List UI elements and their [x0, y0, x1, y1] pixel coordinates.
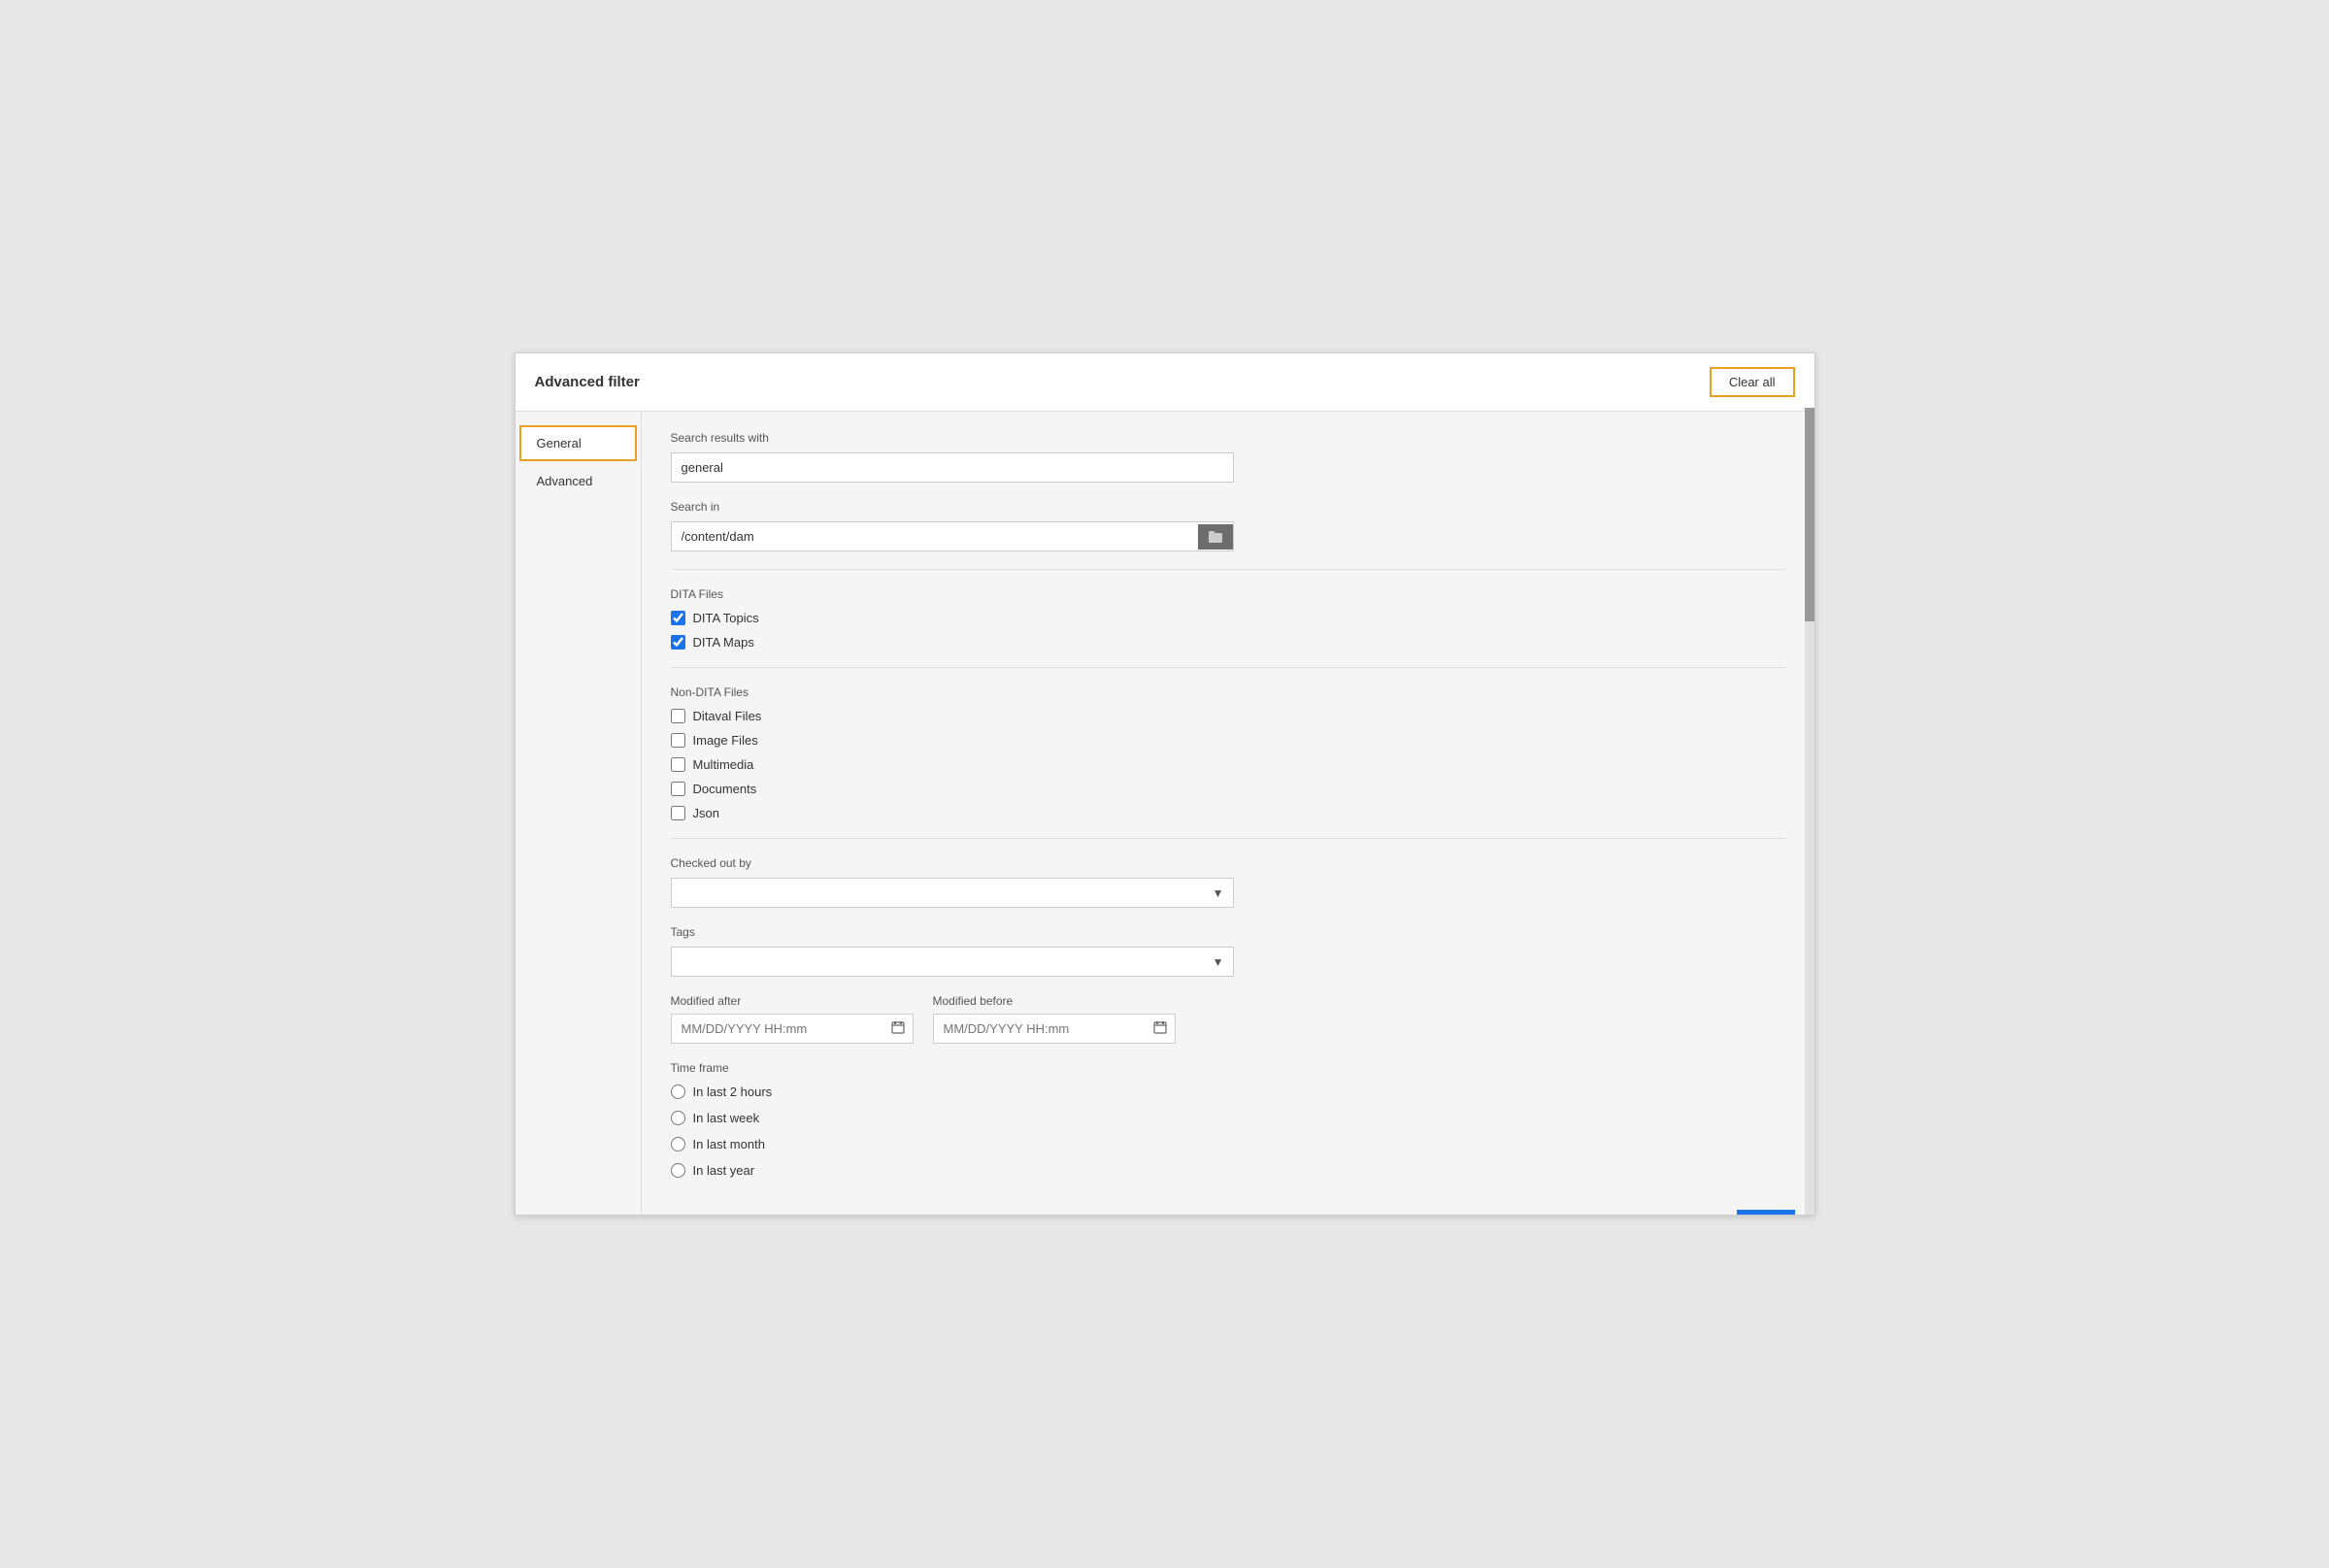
sidebar: General Advanced: [516, 412, 642, 1215]
advanced-filter-dialog: Advanced filter Clear all General Advanc…: [515, 352, 1815, 1216]
radio-week: In last week: [671, 1111, 1785, 1125]
json-checkbox[interactable]: [671, 806, 685, 820]
radio-month-label[interactable]: In last month: [693, 1137, 765, 1151]
radio-year-input[interactable]: [671, 1163, 685, 1178]
dita-files-section: DITA Files DITA Topics DITA Maps: [671, 587, 1785, 650]
dita-topics-item: DITA Topics: [671, 611, 1785, 625]
dialog-title: Advanced filter: [535, 374, 640, 390]
radio-week-label[interactable]: In last week: [693, 1111, 760, 1125]
search-in-row: [671, 521, 1234, 551]
modified-before-group: Modified before: [933, 994, 1176, 1044]
ditaval-label[interactable]: Ditaval Files: [693, 709, 762, 723]
divider-1: [671, 569, 1785, 570]
image-item: Image Files: [671, 733, 1785, 748]
multimedia-label[interactable]: Multimedia: [693, 757, 754, 772]
documents-label[interactable]: Documents: [693, 782, 757, 796]
checked-out-section: Checked out by ▼: [671, 856, 1785, 908]
scrollbar-track[interactable]: [1805, 408, 1814, 1215]
tags-section: Tags ▼: [671, 925, 1785, 977]
dita-files-label: DITA Files: [671, 587, 1785, 601]
tags-select[interactable]: [671, 947, 1234, 977]
radio-month: In last month: [671, 1137, 1785, 1151]
documents-checkbox[interactable]: [671, 782, 685, 796]
scrollbar-thumb[interactable]: [1805, 408, 1814, 621]
footer-blue-bar: [1737, 1210, 1795, 1215]
image-checkbox[interactable]: [671, 733, 685, 748]
modified-after-group: Modified after: [671, 994, 914, 1044]
checked-out-select[interactable]: [671, 878, 1234, 908]
json-item: Json: [671, 806, 1785, 820]
time-frame-label: Time frame: [671, 1061, 1785, 1075]
folder-browse-button[interactable]: [1198, 524, 1233, 550]
radio-year-label[interactable]: In last year: [693, 1163, 755, 1178]
divider-2: [671, 667, 1785, 668]
ditaval-checkbox[interactable]: [671, 709, 685, 723]
non-dita-label: Non-DITA Files: [671, 685, 1785, 699]
search-in-input[interactable]: [672, 522, 1198, 550]
divider-3: [671, 838, 1785, 839]
dita-maps-checkbox[interactable]: [671, 635, 685, 650]
dita-topics-checkbox[interactable]: [671, 611, 685, 625]
dita-maps-item: DITA Maps: [671, 635, 1785, 650]
ditaval-item: Ditaval Files: [671, 709, 1785, 723]
radio-year: In last year: [671, 1163, 1785, 1178]
non-dita-section: Non-DITA Files Ditaval Files Image Files…: [671, 685, 1785, 820]
radio-2hours-label[interactable]: In last 2 hours: [693, 1084, 773, 1099]
search-results-input[interactable]: [671, 452, 1234, 483]
modified-before-input-row: [933, 1014, 1176, 1044]
modified-after-input[interactable]: [672, 1015, 883, 1043]
main-content: Search results with Search in D: [642, 412, 1814, 1215]
modified-before-label: Modified before: [933, 994, 1176, 1008]
dialog-body: General Advanced Search results with Sea…: [516, 412, 1814, 1215]
radio-week-input[interactable]: [671, 1111, 685, 1125]
dita-topics-label[interactable]: DITA Topics: [693, 611, 759, 625]
image-label[interactable]: Image Files: [693, 733, 758, 748]
radio-2hours-input[interactable]: [671, 1084, 685, 1099]
dita-maps-label[interactable]: DITA Maps: [693, 635, 754, 650]
documents-item: Documents: [671, 782, 1785, 796]
multimedia-item: Multimedia: [671, 757, 1785, 772]
json-label[interactable]: Json: [693, 806, 719, 820]
sidebar-item-advanced[interactable]: Advanced: [519, 463, 637, 499]
modified-after-label: Modified after: [671, 994, 914, 1008]
clear-all-button[interactable]: Clear all: [1710, 367, 1795, 397]
radio-month-input[interactable]: [671, 1137, 685, 1151]
radio-2hours: In last 2 hours: [671, 1084, 1785, 1099]
search-results-label: Search results with: [671, 431, 1785, 445]
date-row: Modified after: [671, 994, 1785, 1044]
modified-before-input[interactable]: [934, 1015, 1146, 1043]
tags-wrapper: ▼: [671, 947, 1234, 977]
tags-label: Tags: [671, 925, 1785, 939]
dialog-header: Advanced filter Clear all: [516, 353, 1814, 412]
modified-after-input-row: [671, 1014, 914, 1044]
search-in-label: Search in: [671, 500, 1785, 514]
search-in-section: Search in: [671, 500, 1785, 551]
checked-out-wrapper: ▼: [671, 878, 1234, 908]
modified-after-calendar-button[interactable]: [883, 1015, 913, 1043]
sidebar-item-general[interactable]: General: [519, 425, 637, 461]
checked-out-label: Checked out by: [671, 856, 1785, 870]
time-frame-section: Time frame In last 2 hours In last week …: [671, 1061, 1785, 1178]
search-results-section: Search results with: [671, 431, 1785, 483]
modified-before-calendar-button[interactable]: [1146, 1015, 1175, 1043]
multimedia-checkbox[interactable]: [671, 757, 685, 772]
